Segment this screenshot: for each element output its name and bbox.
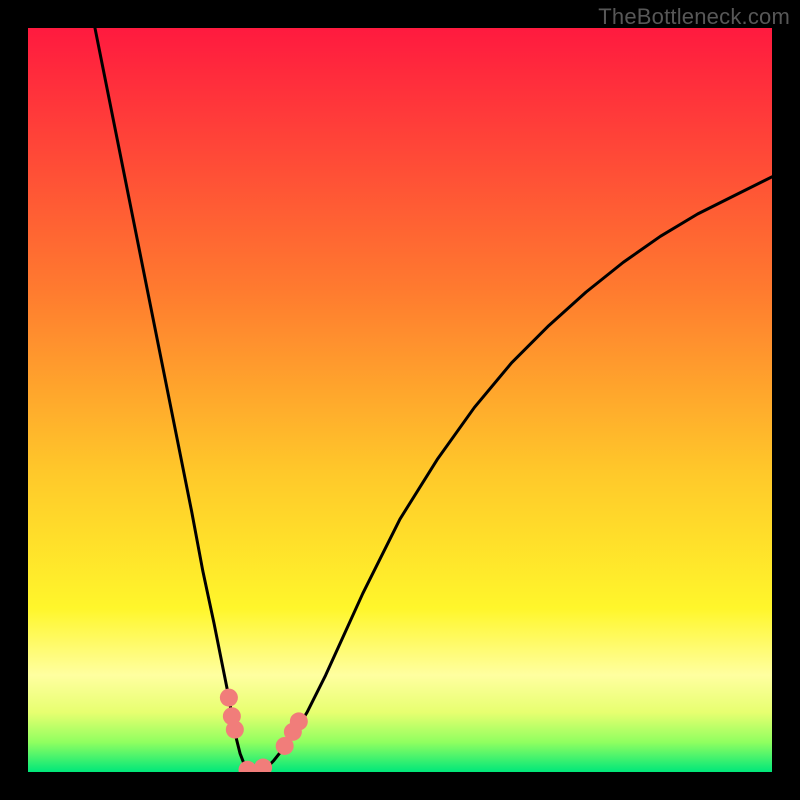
marker-point-c — [226, 721, 244, 739]
marker-point-e — [238, 761, 256, 772]
marker-point-d — [254, 759, 272, 772]
bottleneck-curve — [95, 28, 772, 772]
chart-svg — [28, 28, 772, 772]
marker-group — [220, 689, 308, 772]
marker-point-h — [290, 712, 308, 730]
plot-area — [28, 28, 772, 772]
attribution-label: TheBottleneck.com — [598, 4, 790, 30]
marker-point-a — [220, 689, 238, 707]
curve-path — [95, 28, 772, 772]
chart-frame: TheBottleneck.com — [0, 0, 800, 800]
